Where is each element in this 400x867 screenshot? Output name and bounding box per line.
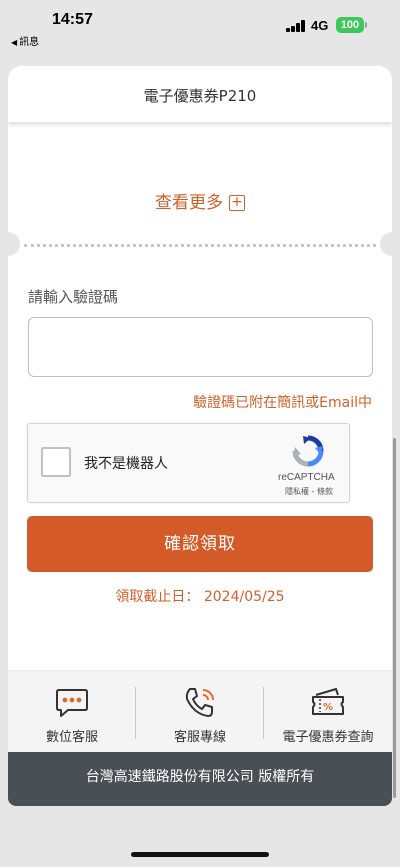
scrollbar[interactable]: [393, 438, 396, 798]
chat-bubble-icon: [56, 689, 88, 717]
digital-service-link[interactable]: 數位客服: [8, 671, 136, 753]
verify-code-input[interactable]: [28, 317, 373, 377]
service-hotline-link[interactable]: 客服專線: [136, 671, 264, 753]
verify-code-label: 請輸入驗證碼: [28, 288, 119, 306]
view-more-link[interactable]: 查看更多 +: [8, 188, 392, 213]
battery-tip: [365, 22, 367, 28]
signal-icon: [286, 20, 306, 32]
network-type: 4G: [311, 18, 329, 33]
phone-icon: [185, 688, 214, 717]
home-indicator[interactable]: [131, 852, 269, 857]
verify-code-hint: 驗證碼已附在簡訊或Email中: [193, 395, 372, 411]
claim-deadline: 領取截止日： 2024/05/25: [115, 589, 285, 605]
dotted-divider: [24, 244, 376, 247]
back-to-messages[interactable]: ◀ 訊息: [11, 33, 39, 48]
svg-text:%: %: [323, 702, 333, 713]
coupon-card: 電子優惠券P210 查看更多 + 請輸入驗證碼 驗證碼已附在簡訊或Email中 我…: [8, 66, 392, 806]
status-time: 14:57: [52, 11, 93, 28]
view-more-label: 查看更多: [155, 193, 223, 213]
recaptcha-logo-icon: [292, 435, 324, 467]
recaptcha-brand: reCAPTCHA: [278, 472, 335, 483]
service-hotline-label: 客服專線: [173, 730, 226, 745]
battery-icon: 100: [336, 17, 364, 33]
ticket-notch-left: [8, 232, 20, 256]
copyright-bar: 台灣高速鐵路股份有限公司 版權所有: [8, 752, 392, 806]
coupon-ticket-icon: %: [312, 688, 344, 715]
recaptcha-widget: 我不是機器人 reCAPTCHA 隱私權 - 條款: [27, 423, 350, 503]
recaptcha-checkbox[interactable]: [41, 447, 71, 477]
digital-service-label: 數位客服: [45, 730, 98, 745]
recaptcha-terms-link[interactable]: 隱私權 - 條款: [285, 486, 333, 497]
confirm-claim-button[interactable]: 確認領取: [27, 516, 373, 572]
page-title: 電子優惠券P210: [8, 66, 392, 122]
footer-links: 數位客服 客服專線 % 電子優惠券查詢: [8, 670, 392, 752]
coupon-query-label: 電子優惠券查詢: [282, 730, 374, 745]
recaptcha-label: 我不是機器人: [84, 456, 168, 472]
status-bar: 14:57 ◀ 訊息 4G 100: [0, 0, 400, 56]
ticket-notch-right: [380, 232, 392, 256]
back-label: 訊息: [19, 37, 40, 48]
plus-icon: +: [229, 195, 245, 211]
coupon-query-link[interactable]: % 電子優惠券查詢: [264, 671, 392, 753]
back-arrow-icon: ◀: [11, 38, 18, 47]
